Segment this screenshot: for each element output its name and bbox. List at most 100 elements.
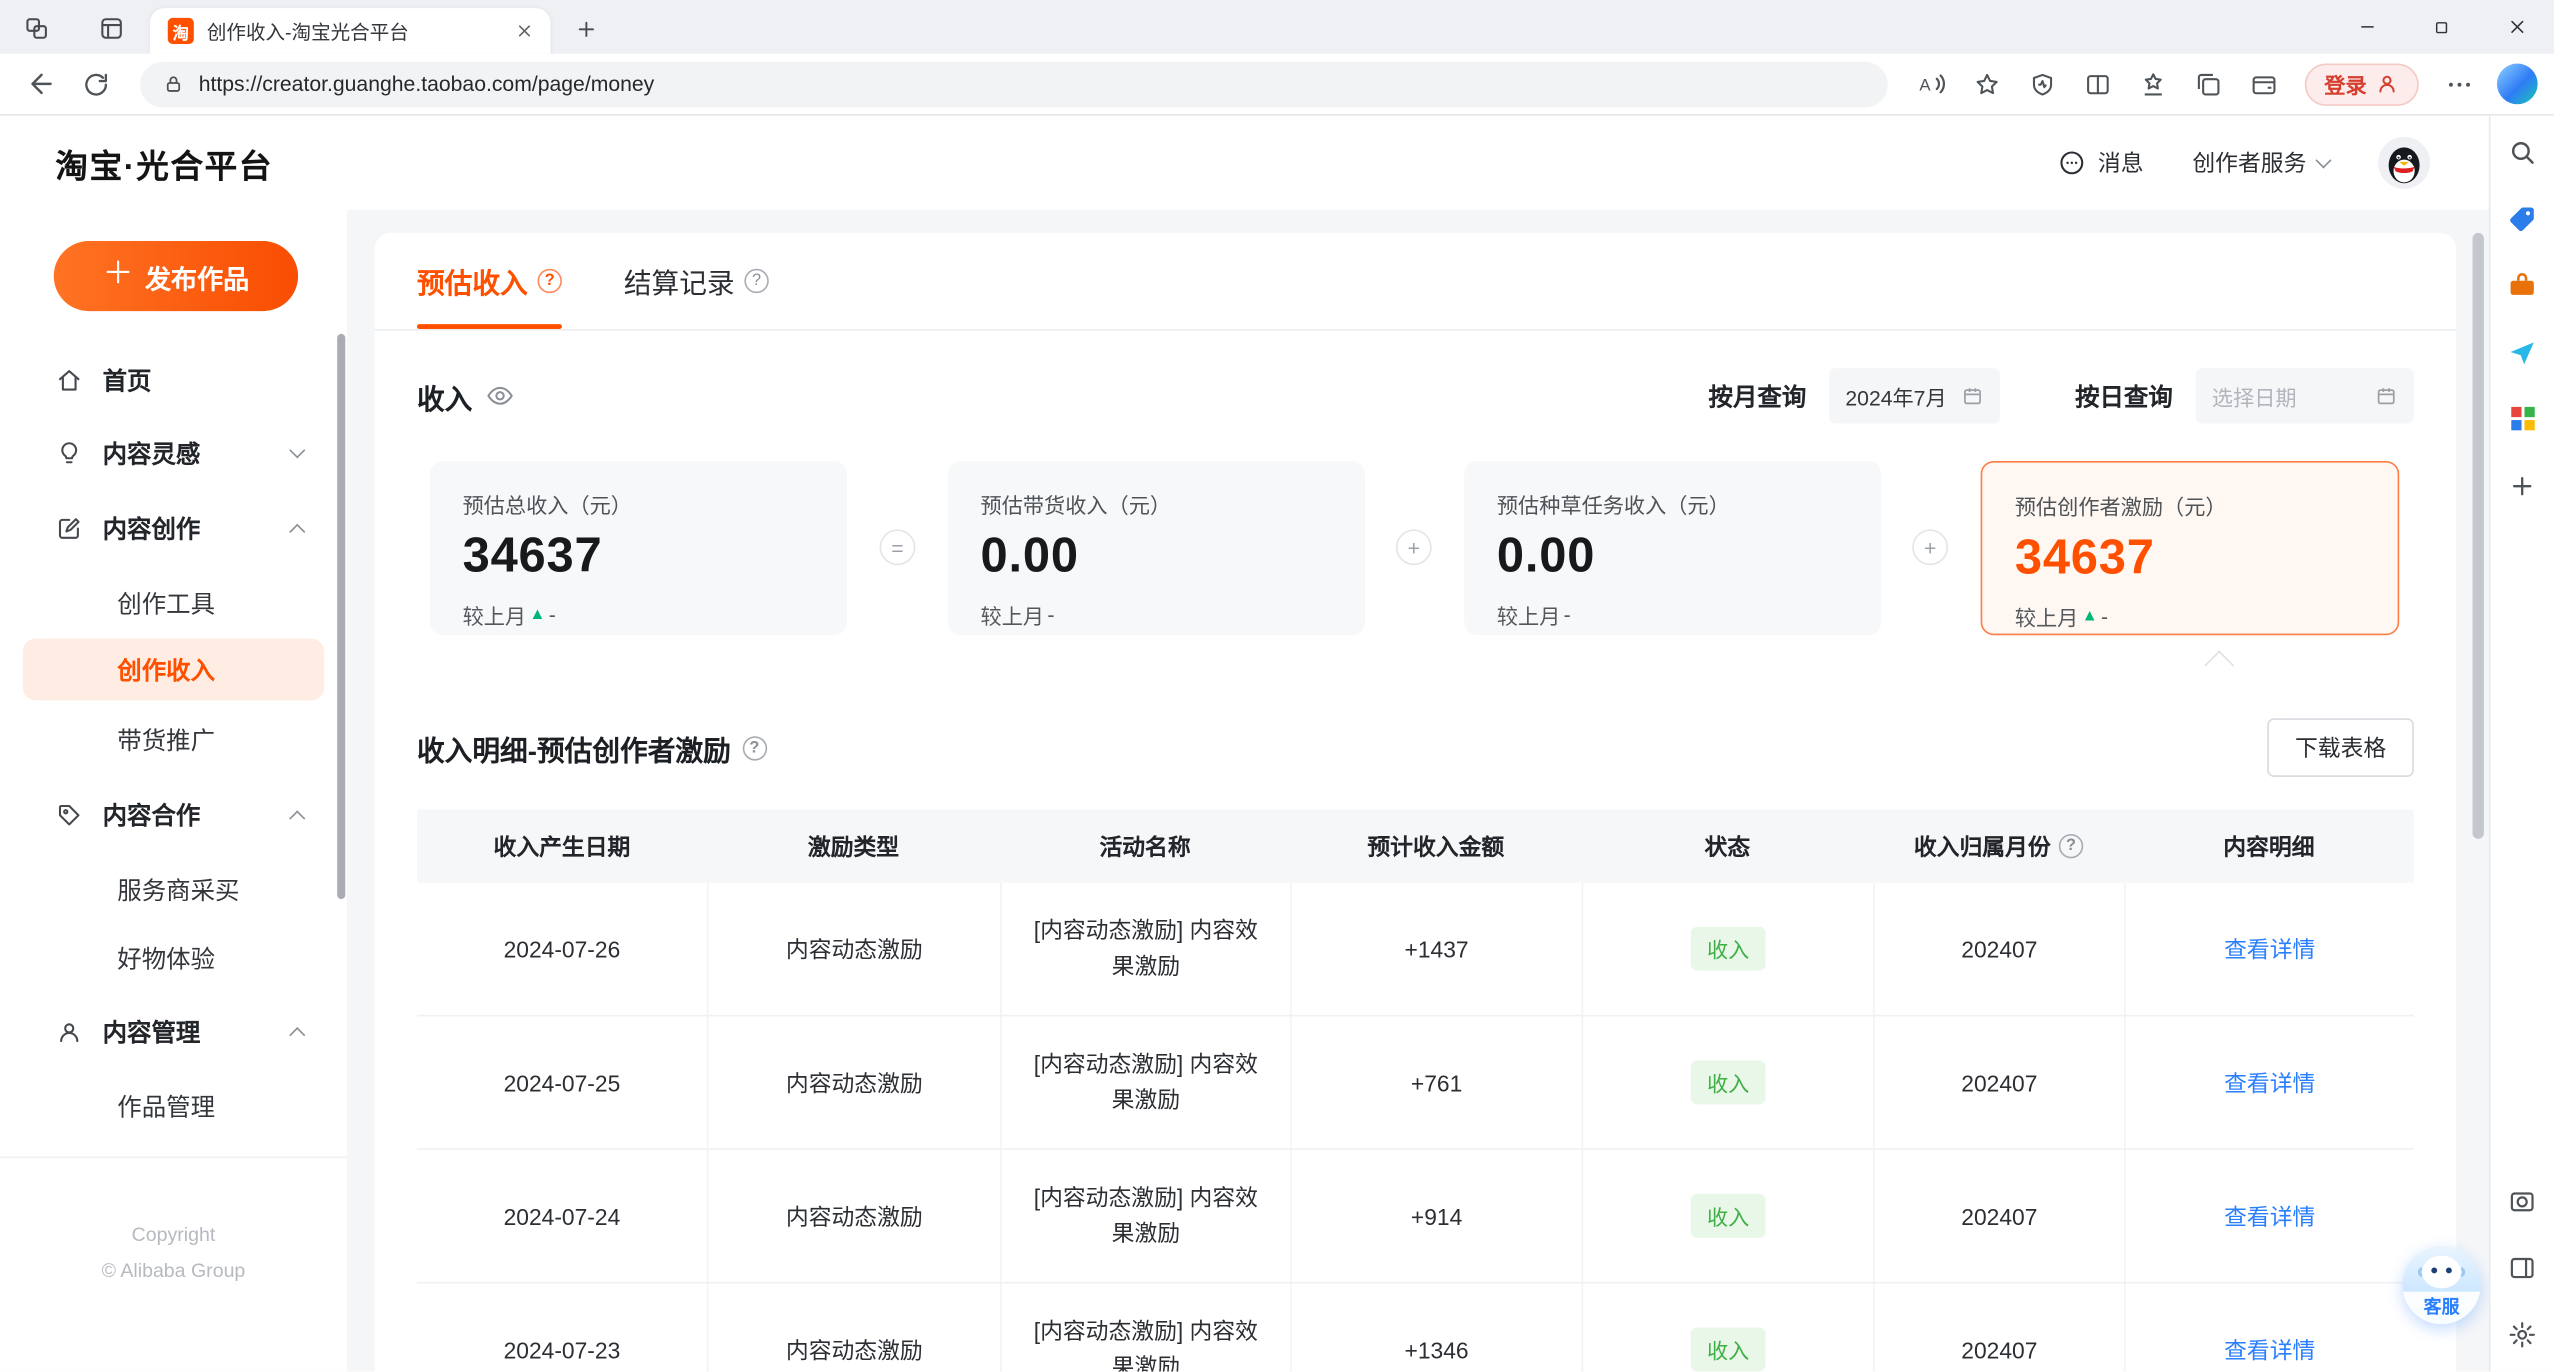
sidebar-item-creation-income[interactable]: 创作收入 — [22, 638, 325, 701]
messages-button[interactable]: 消息 — [2057, 147, 2144, 180]
creator-service-dropdown[interactable]: 创作者服务 — [2192, 147, 2332, 180]
read-aloud-icon[interactable]: A — [1907, 59, 1956, 108]
login-label: 登录 — [2324, 73, 2367, 98]
sidebar-item-promotion[interactable]: 带货推广 — [23, 709, 324, 771]
sidebar-item-label: 内容管理 — [102, 1018, 201, 1047]
publish-work-label: 发布作品 — [144, 266, 250, 294]
sidebar-item-works-management[interactable]: 作品管理 — [23, 1075, 324, 1137]
help-icon[interactable] — [537, 268, 562, 294]
browser-tab[interactable]: 淘 创作收入-淘宝光合平台 — [149, 8, 551, 54]
trend-up-icon: ▲ — [2081, 607, 2098, 626]
cell-action: 查看详情 — [2123, 1283, 2414, 1372]
favorites-bar-icon[interactable] — [2129, 59, 2178, 108]
tab-close-icon[interactable] — [511, 18, 537, 44]
detail-section-title: 收入明细-预估创作者激励 — [416, 735, 731, 767]
cell-activity: [内容动态激励] 内容效果激励 — [1000, 1016, 1290, 1149]
view-details-link[interactable]: 查看详情 — [2224, 932, 2315, 965]
sidebar-item-service-purchase[interactable]: 服务商采买 — [23, 858, 324, 920]
rail-messenger-icon[interactable] — [2501, 331, 2543, 373]
window-controls — [2329, 0, 2554, 54]
income-panel: 预估收入 结算记录 收入 按月查询 202 — [374, 232, 2457, 1372]
tab-title: 创作收入-淘宝光合平台 — [206, 20, 409, 44]
favorite-star-icon[interactable] — [1963, 59, 2012, 108]
workspaces-icon[interactable] — [16, 8, 55, 47]
cell-status: 收入 — [1581, 1016, 1874, 1149]
sidebar-item-home[interactable]: 首页 — [23, 349, 324, 411]
stat-card-creator-incentive[interactable]: 预估创作者激励（元） 34637 较上月 ▲ - — [1980, 460, 2400, 636]
tab-estimated-income[interactable]: 预估收入 — [416, 233, 562, 330]
page-scrollbar[interactable] — [2472, 232, 2484, 839]
home-icon — [55, 366, 83, 394]
browser-menu-icon[interactable] — [2435, 59, 2484, 108]
tab-settlement-records[interactable]: 结算记录 — [624, 233, 769, 329]
sidebar-item-label: 作品管理 — [117, 1093, 216, 1122]
day-picker[interactable]: 选择日期 — [2195, 368, 2414, 424]
minimize-button[interactable] — [2329, 0, 2404, 54]
sidebar-item-inspiration[interactable]: 内容灵感 — [23, 422, 324, 484]
browser-essentials-icon[interactable] — [2018, 59, 2067, 108]
customer-service-button[interactable]: 客服 — [2402, 1246, 2481, 1325]
avatar[interactable] — [2378, 136, 2431, 189]
rail-screenshot-icon[interactable] — [2501, 1179, 2543, 1221]
help-icon[interactable] — [2058, 833, 2084, 859]
tab-label: 结算记录 — [623, 268, 735, 300]
collections-icon[interactable] — [2184, 59, 2233, 108]
rail-shopping-icon[interactable] — [2501, 197, 2543, 239]
maximize-button[interactable] — [2404, 0, 2479, 54]
cell-status: 收入 — [1581, 1149, 1874, 1282]
cell-type: 内容动态激励 — [706, 1016, 1000, 1149]
view-details-link[interactable]: 查看详情 — [2224, 1333, 2315, 1366]
table-header-row: 收入产生日期 激励类型 活动名称 预计收入金额 状态 收入归属月份 内容明细 — [416, 809, 2414, 883]
split-screen-icon[interactable] — [2073, 59, 2122, 108]
view-details-link[interactable]: 查看详情 — [2224, 1066, 2315, 1099]
messages-label: 消息 — [2097, 149, 2144, 176]
back-icon[interactable] — [16, 59, 65, 108]
download-table-label: 下载表格 — [2294, 734, 2387, 761]
refresh-icon[interactable] — [72, 59, 121, 108]
login-button[interactable]: 登录 — [2304, 62, 2419, 106]
wallet-icon[interactable] — [2240, 59, 2289, 108]
month-picker[interactable]: 2024年7月 — [1829, 368, 2001, 424]
new-tab-button[interactable] — [568, 11, 604, 47]
help-icon[interactable] — [742, 735, 767, 760]
rail-add-icon[interactable] — [2501, 464, 2543, 506]
column-header: 收入归属月份 — [1873, 810, 2124, 883]
help-icon[interactable] — [744, 268, 769, 294]
view-details-link[interactable]: 查看详情 — [2224, 1200, 2315, 1233]
sidebar-item-product-trial[interactable]: 好物体验 — [23, 927, 324, 989]
sidebar-item-label: 创作收入 — [117, 657, 216, 685]
address-bar[interactable]: https://creator.guanghe.taobao.com/page/… — [140, 61, 1888, 107]
cell-amount: +914 — [1290, 1149, 1582, 1282]
close-window-button[interactable] — [2479, 0, 2554, 54]
page-content: 淘宝·光合平台 消息 创作者服务 ＋ 发布作品 首页 内容灵感 内容创作 创作工… — [0, 115, 2489, 1372]
sidebar-item-creation[interactable]: 内容创作 — [23, 497, 324, 559]
stat-card-sales-income[interactable]: 预估带货收入（元） 0.00 较上月 - — [947, 460, 1365, 636]
cell-date: 2024-07-23 — [503, 1336, 621, 1363]
stat-card-value: 0.00 — [1496, 529, 1596, 584]
eye-icon[interactable] — [485, 381, 514, 410]
lock-icon — [163, 73, 184, 94]
chevron-up-icon — [289, 809, 306, 826]
sidebar-item-cooperation[interactable]: 内容合作 — [23, 783, 324, 845]
sidebar-scrollbar[interactable] — [337, 333, 346, 900]
publish-work-button[interactable]: ＋ 发布作品 — [53, 241, 299, 312]
site-header: 淘宝·光合平台 消息 创作者服务 — [0, 115, 2489, 211]
cell-month: 202407 — [1873, 1149, 2124, 1282]
rail-m365-apps-icon[interactable] — [2501, 397, 2543, 439]
operator-plus: + — [1395, 529, 1432, 566]
rail-split-panel-icon[interactable] — [2501, 1246, 2543, 1288]
copilot-icon[interactable] — [2496, 63, 2538, 105]
browser-window: 淘 创作收入-淘宝光合平台 https://creator.guanghe.ta — [0, 0, 2554, 1372]
rail-tools-icon[interactable] — [2501, 264, 2543, 306]
sidebar-item-creation-tools[interactable]: 创作工具 — [23, 572, 324, 634]
download-table-button[interactable]: 下载表格 — [2267, 718, 2414, 777]
tab-list-icon[interactable] — [91, 8, 130, 47]
cell-type: 内容动态激励 — [706, 882, 1000, 1015]
rail-search-icon[interactable] — [2501, 130, 2543, 172]
stat-card-total-income[interactable]: 预估总收入（元） 34637 较上月 ▲ - — [430, 460, 847, 636]
stat-card-task-income[interactable]: 预估种草任务收入（元） 0.00 较上月 - — [1464, 460, 1882, 636]
cell-activity: [内容动态激励] 内容效果激励 — [1000, 882, 1290, 1015]
rail-settings-icon[interactable] — [2501, 1313, 2543, 1355]
day-picker-placeholder: 选择日期 — [2211, 385, 2297, 410]
sidebar-item-management[interactable]: 内容管理 — [23, 1000, 324, 1062]
